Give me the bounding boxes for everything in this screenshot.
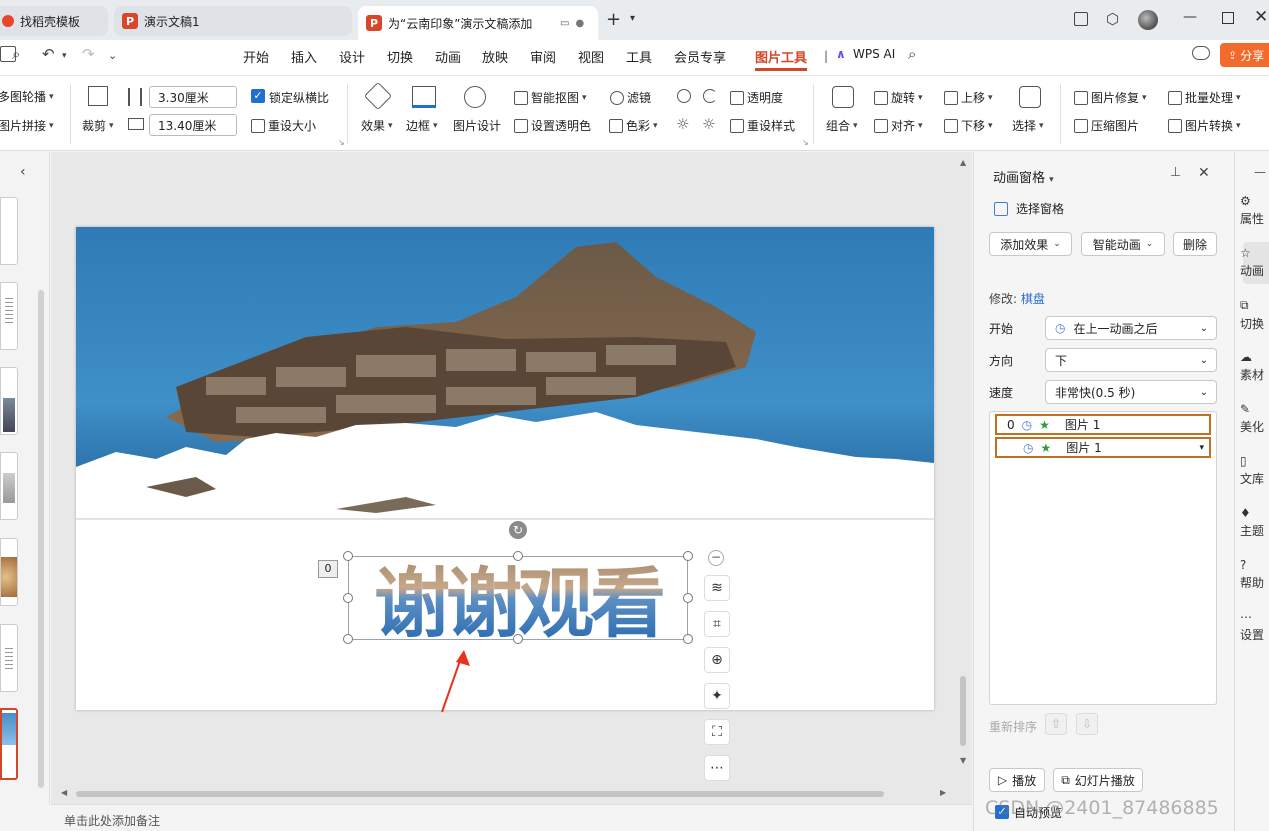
- clock-icon: ◷: [1021, 417, 1033, 432]
- rail-collapse-icon[interactable]: —: [1254, 165, 1266, 179]
- entrance-effect-icon: ★: [1039, 417, 1050, 432]
- slideshow-button[interactable]: ⧉ 幻灯片播放: [1053, 768, 1143, 792]
- rail-animation[interactable]: ☆ 动画: [1240, 246, 1264, 279]
- move-down-order-icon[interactable]: ⇩: [1076, 713, 1098, 735]
- entrance-effect-icon: ★: [1040, 440, 1052, 455]
- item-dropdown-icon[interactable]: ▾: [1199, 443, 1204, 453]
- reorder-label: 重新排序: [989, 720, 1038, 734]
- start-label: 开始: [989, 322, 1014, 336]
- canvas-vertical-scrollbar[interactable]: [960, 676, 966, 746]
- theme-icon: ♦: [1240, 506, 1251, 520]
- anim-label: 图片 1: [1064, 418, 1101, 432]
- anim-label: 图片 1: [1066, 441, 1102, 455]
- slideshow-icon: ⧉: [1061, 772, 1070, 787]
- pin-icon[interactable]: ⊥: [1170, 165, 1181, 180]
- delete-button[interactable]: 删除: [1173, 232, 1217, 256]
- anim-index: 0: [1007, 417, 1015, 432]
- rail-help[interactable]: ? 帮助: [1240, 558, 1264, 591]
- animation-item[interactable]: 0 ◷ ★ 图片 1: [995, 414, 1211, 435]
- star-icon: ☆: [1240, 246, 1251, 260]
- notes-placeholder: 单击此处添加备注: [64, 814, 161, 828]
- speed-select[interactable]: 非常快(0.5 秒) ⌄: [1045, 380, 1217, 404]
- more-dots-icon: ⋯: [1240, 610, 1252, 624]
- add-effect-button[interactable]: 添加效果 ⌄: [989, 232, 1072, 256]
- properties-icon: ⚙: [1240, 194, 1251, 208]
- selection-pane-link[interactable]: 选择窗格: [994, 200, 1064, 217]
- rail-assets[interactable]: ☁ 素材: [1240, 350, 1264, 383]
- clock-icon: ◷: [1023, 440, 1034, 455]
- move-up-order-icon[interactable]: ⇧: [1045, 713, 1067, 735]
- assets-icon: ☁: [1240, 350, 1252, 364]
- scroll-up-icon[interactable]: ▲: [960, 158, 966, 167]
- modify-label: 修改: 棋盘: [989, 292, 1045, 306]
- close-pane-icon[interactable]: ✕: [1198, 165, 1210, 181]
- canvas-horizontal-scrollbar[interactable]: [76, 791, 884, 797]
- rail-beautify[interactable]: ✎ 美化: [1240, 402, 1264, 435]
- scroll-left-icon[interactable]: ◀: [61, 788, 67, 797]
- pane-title[interactable]: 动画窗格 ▾: [993, 167, 1054, 186]
- rail-library[interactable]: ▯ 文库: [1240, 454, 1264, 487]
- watermark: CSDN @2401_87486885: [985, 797, 1219, 819]
- notes-bar[interactable]: 单击此处添加备注: [51, 804, 972, 831]
- play-icon: ▷: [997, 773, 1008, 787]
- rail-properties[interactable]: ⚙ 属性: [1240, 194, 1264, 227]
- transition-icon: ⧉: [1240, 298, 1249, 312]
- speed-label: 速度: [989, 386, 1014, 400]
- play-button[interactable]: ▷ 播放: [989, 768, 1045, 792]
- scroll-right-icon[interactable]: ▶: [940, 788, 946, 797]
- direction-label: 方向: [989, 354, 1014, 368]
- direction-select[interactable]: 下 ⌄: [1045, 348, 1217, 372]
- rail-theme[interactable]: ♦ 主题: [1240, 506, 1264, 539]
- animation-item-selected[interactable]: ◷ ★ 图片 1 ▾: [995, 437, 1211, 458]
- scroll-down-icon[interactable]: ▼: [960, 756, 966, 765]
- clock-icon: ◷: [1055, 321, 1066, 335]
- help-icon: ?: [1240, 558, 1247, 572]
- smart-animation-button[interactable]: 智能动画 ⌄: [1081, 232, 1165, 256]
- rail-settings[interactable]: ⋯ 设置: [1240, 610, 1264, 643]
- rail-transition[interactable]: ⧉ 切换: [1240, 298, 1264, 332]
- library-icon: ▯: [1240, 454, 1247, 468]
- selection-pane-icon: [994, 201, 1008, 216]
- magic-wand-icon: ✎: [1240, 402, 1251, 416]
- start-select[interactable]: ◷ 在上一动画之后 ⌄: [1045, 316, 1217, 340]
